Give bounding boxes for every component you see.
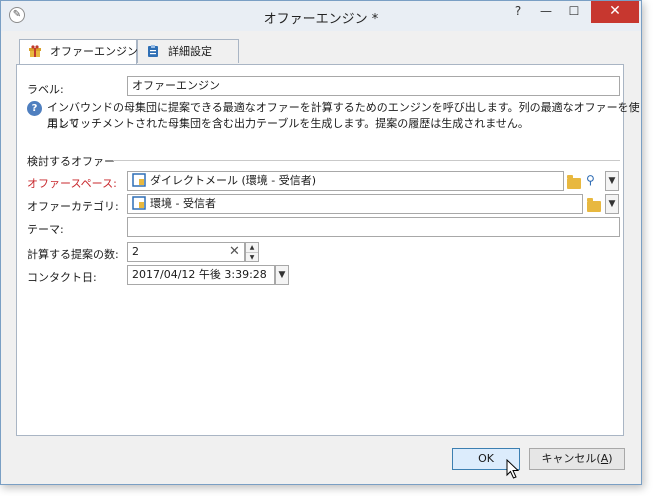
offer-space-value: ダイレクトメール (環境 - 受信者): [150, 174, 317, 187]
minimize-button[interactable]: —: [533, 1, 559, 23]
mouse-cursor-icon: [506, 459, 520, 479]
group-divider: [113, 160, 620, 161]
tab-label: 詳細設定: [168, 45, 212, 58]
contact-date-caption: コンタクト日:: [27, 271, 97, 284]
search-icon[interactable]: ⚲: [586, 173, 595, 187]
cancel-button[interactable]: キャンセル(A): [529, 448, 625, 470]
close-button[interactable]: ✕: [591, 1, 639, 23]
proposal-count-input[interactable]: 2: [127, 242, 245, 262]
proposal-count-stepper[interactable]: ▲ ▼: [245, 242, 259, 262]
title-bar[interactable]: ✎ オファーエンジン * ? — ☐ ✕: [1, 1, 641, 31]
contact-date-dropdown[interactable]: ▼: [275, 265, 289, 285]
tab-advanced-settings[interactable]: 詳細設定: [137, 39, 239, 63]
info-text-line2: エンリッチメントされた母集団を含む出力テーブルを生成します。提案の履歴は生成され…: [47, 117, 529, 130]
offer-category-caption: オファーカテゴリ:: [27, 200, 119, 213]
offer-space-dropdown[interactable]: ▼: [605, 171, 619, 191]
offer-category-field[interactable]: 環境 - 受信者: [127, 194, 583, 214]
proposal-count-caption: 計算する提案の数:: [27, 248, 119, 261]
offer-engine-icon: [29, 45, 41, 57]
offer-category-value: 環境 - 受信者: [150, 197, 216, 210]
step-down-icon[interactable]: ▼: [246, 253, 258, 262]
offer-space-field[interactable]: ダイレクトメール (環境 - 受信者): [127, 171, 564, 191]
cancel-label-suffix: ): [608, 452, 613, 465]
contact-date-input[interactable]: 2017/04/12 午後 3:39:28: [127, 265, 275, 285]
help-button[interactable]: ?: [505, 1, 531, 23]
label-caption: ラベル:: [27, 83, 64, 96]
cancel-label-prefix: キャンセル(: [541, 452, 601, 465]
folder-icon[interactable]: [567, 175, 581, 189]
clear-icon[interactable]: ✕: [229, 244, 240, 259]
offers-group-title: 検討するオファー: [27, 155, 115, 168]
theme-caption: テーマ:: [27, 223, 64, 236]
offer-space-icon: [132, 173, 146, 187]
folder-icon[interactable]: [587, 198, 601, 212]
dialog-window: ✎ オファーエンジン * ? — ☐ ✕ オファーエンジン 詳細設定 ラベル: …: [0, 0, 642, 485]
offer-category-icon: [132, 196, 146, 210]
tab-label: オファーエンジン: [50, 45, 138, 58]
tab-offer-engine[interactable]: オファーエンジン: [19, 39, 138, 65]
offer-category-dropdown[interactable]: ▼: [605, 194, 619, 214]
maximize-button[interactable]: ☐: [561, 1, 587, 23]
label-input[interactable]: オファーエンジン: [127, 76, 620, 96]
advanced-settings-icon: [148, 45, 158, 57]
offer-space-caption: オファースペース:: [27, 177, 117, 190]
info-icon: ?: [27, 101, 42, 116]
theme-input[interactable]: [127, 217, 620, 237]
step-up-icon[interactable]: ▲: [246, 243, 258, 253]
